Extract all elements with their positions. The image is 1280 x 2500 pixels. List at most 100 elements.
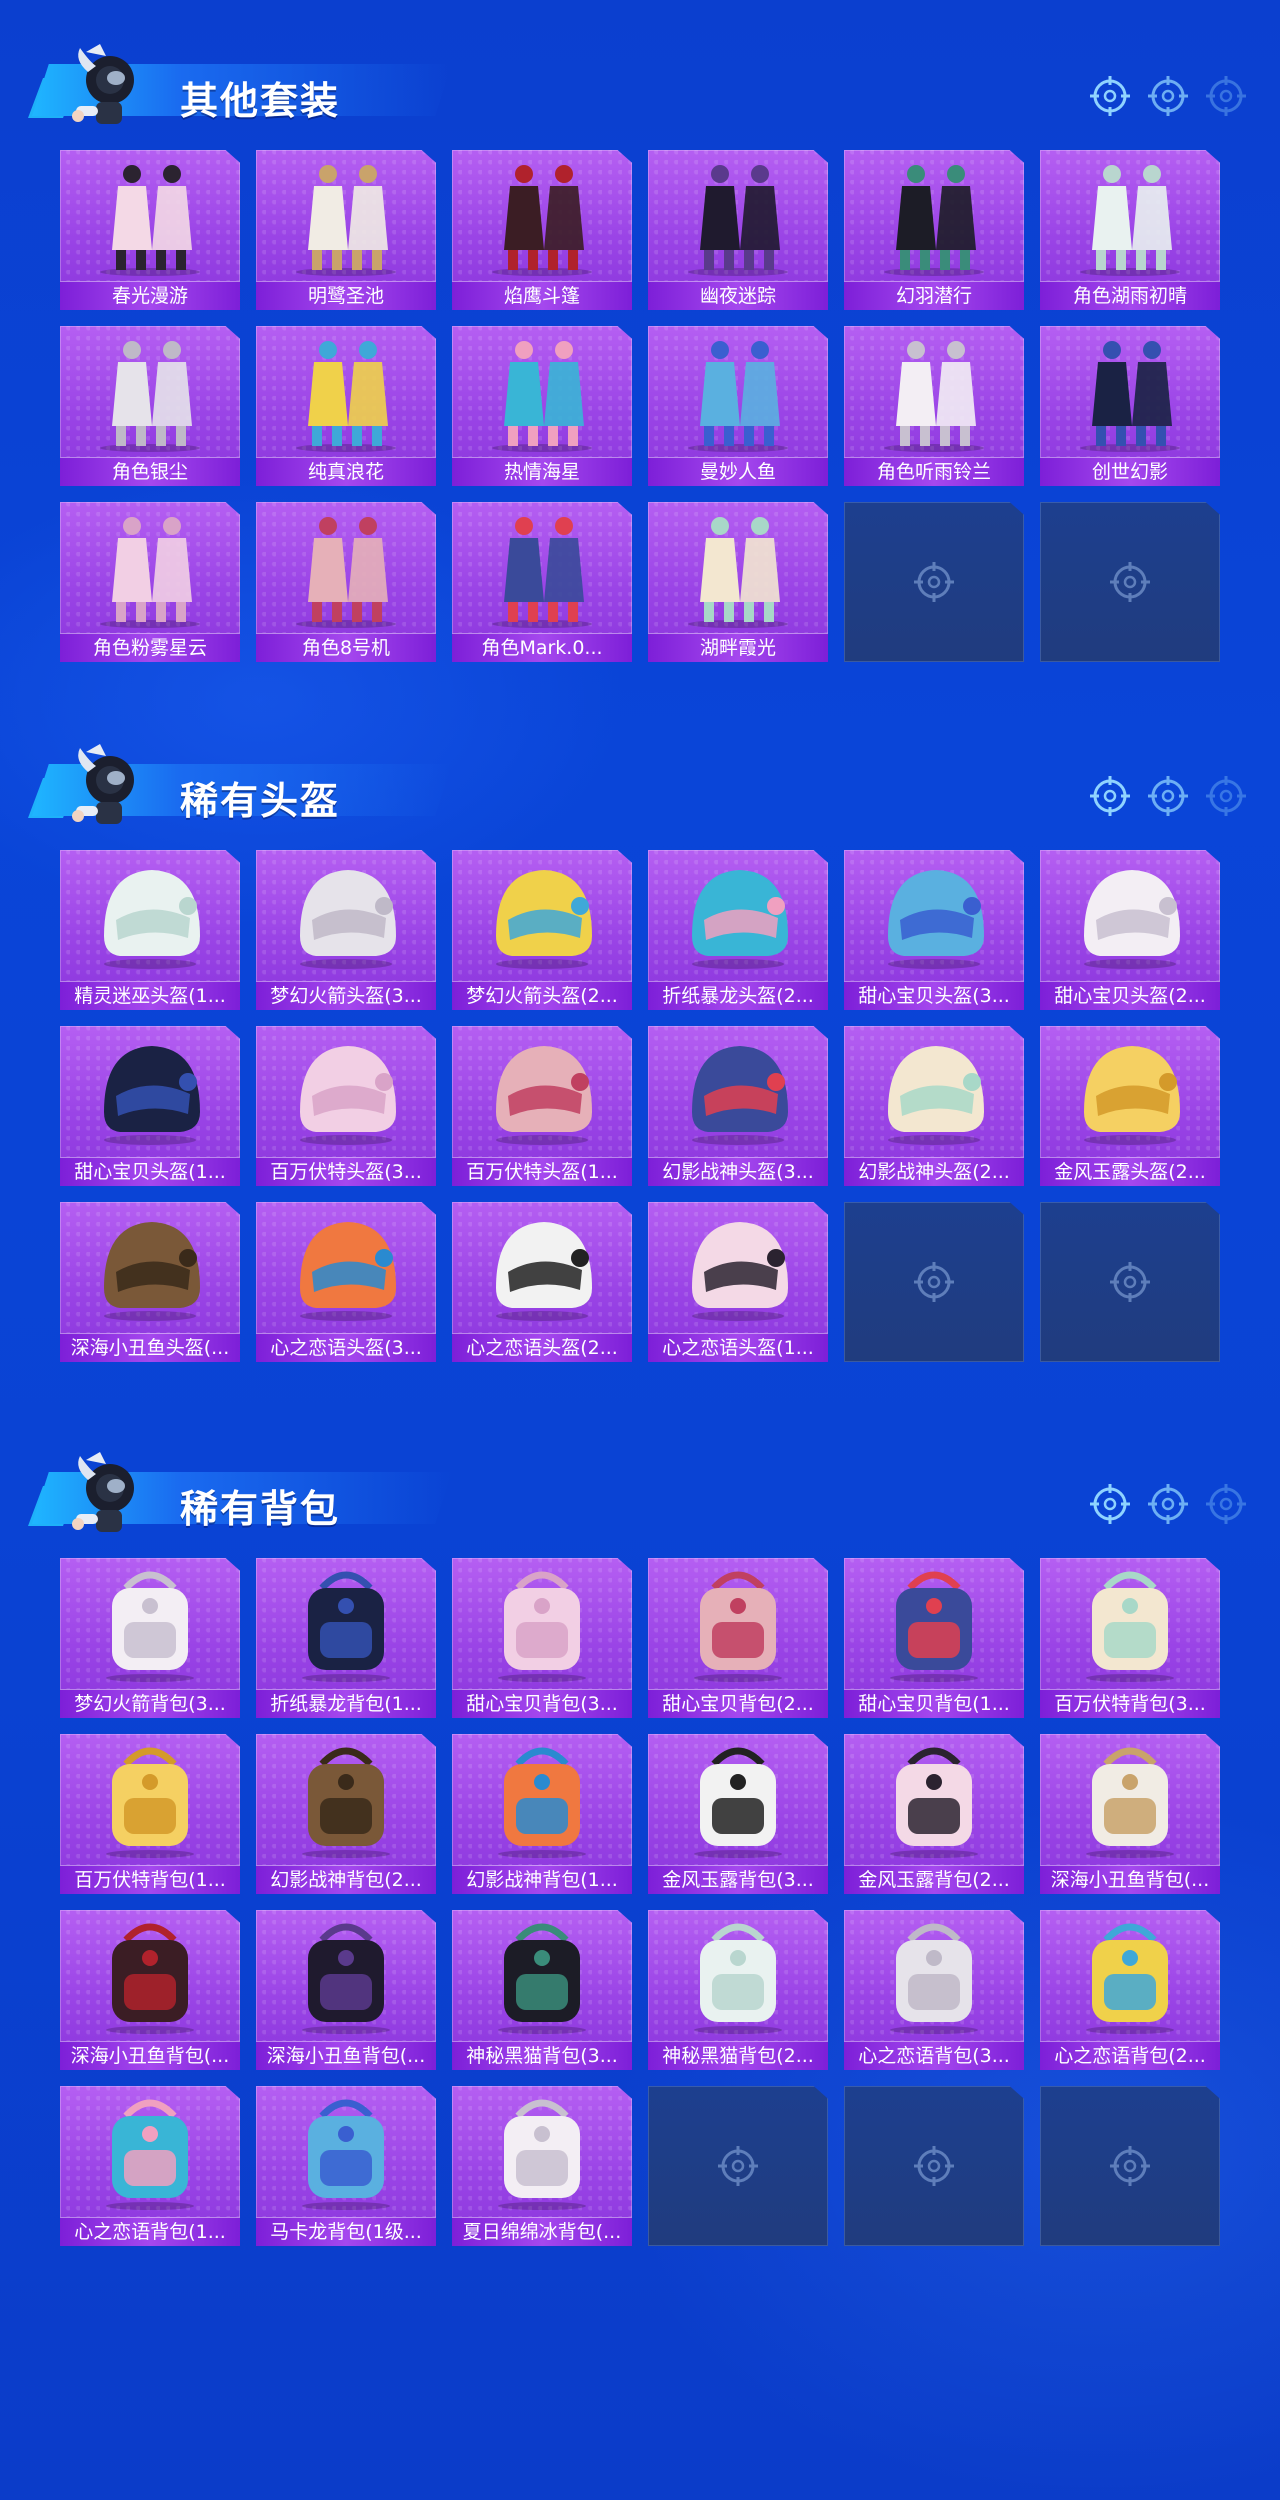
item-card[interactable]: 深海小丑鱼背包(... (60, 1910, 240, 2070)
item-label: 幻影战神头盔(2... (844, 1157, 1024, 1186)
item-image (844, 1026, 1024, 1154)
item-label: 折纸暴龙背包(1... (256, 1689, 436, 1718)
item-card[interactable]: 马卡龙背包(1级... (256, 2086, 436, 2246)
crosshair-icon (1204, 74, 1248, 118)
item-card[interactable]: 焰鹰斗篷 (452, 150, 632, 310)
item-card[interactable]: 热情海星 (452, 326, 632, 486)
item-image (648, 326, 828, 454)
item-card[interactable]: 明鹭圣池 (256, 150, 436, 310)
item-card[interactable]: 折纸暴龙背包(1... (256, 1558, 436, 1718)
item-card[interactable]: 金风玉露背包(3... (648, 1734, 828, 1894)
item-card[interactable]: 角色Mark.0... (452, 502, 632, 662)
item-card[interactable]: 心之恋语背包(3... (844, 1910, 1024, 2070)
item-label: 纯真浪花 (256, 457, 436, 486)
item-image (648, 150, 828, 278)
item-card[interactable]: 甜心宝贝头盔(2... (1040, 850, 1220, 1010)
item-card[interactable]: 幻影战神头盔(3... (648, 1026, 828, 1186)
item-card[interactable]: 深海小丑鱼背包(... (1040, 1734, 1220, 1894)
item-image (648, 1558, 828, 1686)
item-card[interactable]: 百万伏特头盔(3... (256, 1026, 436, 1186)
item-card[interactable]: 甜心宝贝背包(1... (844, 1558, 1024, 1718)
item-image (844, 150, 1024, 278)
item-label: 角色听雨铃兰 (844, 457, 1024, 486)
item-card[interactable]: 幽夜迷踪 (648, 150, 828, 310)
item-card[interactable]: 角色湖雨初晴 (1040, 150, 1220, 310)
item-card[interactable]: 深海小丑鱼背包(... (256, 1910, 436, 2070)
item-card[interactable]: 甜心宝贝头盔(1... (60, 1026, 240, 1186)
item-image (1040, 326, 1220, 454)
item-card[interactable]: 心之恋语头盔(2... (452, 1202, 632, 1362)
item-label: 金风玉露背包(3... (648, 1865, 828, 1894)
item-label: 百万伏特头盔(3... (256, 1157, 436, 1186)
item-card[interactable]: 心之恋语头盔(1... (648, 1202, 828, 1362)
section-title: 其他套装 (180, 79, 341, 123)
item-image (256, 1558, 436, 1686)
item-image (844, 1734, 1024, 1862)
item-card[interactable]: 角色听雨铃兰 (844, 326, 1024, 486)
item-card[interactable]: 梦幻火箭头盔(3... (256, 850, 436, 1010)
crosshair-icon (912, 1260, 956, 1304)
item-card[interactable]: 角色8号机 (256, 502, 436, 662)
item-card[interactable]: 湖畔霞光 (648, 502, 828, 662)
item-label: 梦幻火箭头盔(3... (256, 981, 436, 1010)
item-label: 心之恋语背包(3... (844, 2041, 1024, 2070)
item-label: 甜心宝贝头盔(2... (1040, 981, 1220, 1010)
item-image (60, 1558, 240, 1686)
item-card[interactable]: 梦幻火箭头盔(2... (452, 850, 632, 1010)
item-card[interactable]: 角色粉雾星云 (60, 502, 240, 662)
item-card[interactable]: 甜心宝贝头盔(3... (844, 850, 1024, 1010)
item-image (648, 1910, 828, 2038)
item-card[interactable]: 心之恋语背包(2... (1040, 1910, 1220, 2070)
crosshair-icon (1146, 1482, 1190, 1526)
item-card[interactable]: 心之恋语头盔(3... (256, 1202, 436, 1362)
item-image (60, 850, 240, 978)
item-card[interactable]: 曼妙人鱼 (648, 326, 828, 486)
item-image (452, 1910, 632, 2038)
item-card[interactable]: 百万伏特背包(1... (60, 1734, 240, 1894)
empty-slot (1040, 2086, 1220, 2246)
item-label: 甜心宝贝头盔(1... (60, 1157, 240, 1186)
item-label: 创世幻影 (1040, 457, 1220, 486)
item-image (844, 850, 1024, 978)
item-image (452, 1026, 632, 1154)
item-card[interactable]: 夏日绵绵冰背包(... (452, 2086, 632, 2246)
item-image (1040, 1910, 1220, 2038)
crosshair-icon (1108, 560, 1152, 604)
item-card[interactable]: 梦幻火箭背包(3... (60, 1558, 240, 1718)
item-label: 幻影战神背包(2... (256, 1865, 436, 1894)
crosshair-icon (1108, 2144, 1152, 2188)
item-card[interactable]: 金风玉露头盔(2... (1040, 1026, 1220, 1186)
item-image (60, 502, 240, 630)
item-card[interactable]: 角色银尘 (60, 326, 240, 486)
item-card[interactable]: 金风玉露背包(2... (844, 1734, 1024, 1894)
header-crosshair-group (1088, 774, 1248, 818)
item-label: 焰鹰斗篷 (452, 281, 632, 310)
item-card[interactable]: 甜心宝贝背包(2... (648, 1558, 828, 1718)
item-card[interactable]: 幻影战神头盔(2... (844, 1026, 1024, 1186)
crosshair-icon (1204, 774, 1248, 818)
item-card[interactable]: 百万伏特背包(3... (1040, 1558, 1220, 1718)
item-card[interactable]: 神秘黑猫背包(3... (452, 1910, 632, 2070)
item-image (256, 1202, 436, 1330)
item-card[interactable]: 甜心宝贝背包(3... (452, 1558, 632, 1718)
item-card[interactable]: 幻影战神背包(1... (452, 1734, 632, 1894)
item-label: 心之恋语背包(1... (60, 2217, 240, 2246)
item-label: 幻影战神背包(1... (452, 1865, 632, 1894)
item-image (1040, 150, 1220, 278)
item-label: 百万伏特背包(1... (60, 1865, 240, 1894)
item-card[interactable]: 折纸暴龙头盔(2... (648, 850, 828, 1010)
item-card[interactable]: 幻羽潜行 (844, 150, 1024, 310)
item-card[interactable]: 幻影战神背包(2... (256, 1734, 436, 1894)
item-card[interactable]: 春光漫游 (60, 150, 240, 310)
item-card[interactable]: 深海小丑鱼头盔(... (60, 1202, 240, 1362)
item-card[interactable]: 精灵迷巫头盔(1... (60, 850, 240, 1010)
item-card[interactable]: 纯真浪花 (256, 326, 436, 486)
item-card[interactable]: 神秘黑猫背包(2... (648, 1910, 828, 2070)
item-card[interactable]: 心之恋语背包(1... (60, 2086, 240, 2246)
empty-slot (844, 1202, 1024, 1362)
item-image (256, 2086, 436, 2214)
item-label: 甜心宝贝背包(3... (452, 1689, 632, 1718)
item-card[interactable]: 百万伏特头盔(1... (452, 1026, 632, 1186)
item-card[interactable]: 创世幻影 (1040, 326, 1220, 486)
item-image (648, 502, 828, 630)
